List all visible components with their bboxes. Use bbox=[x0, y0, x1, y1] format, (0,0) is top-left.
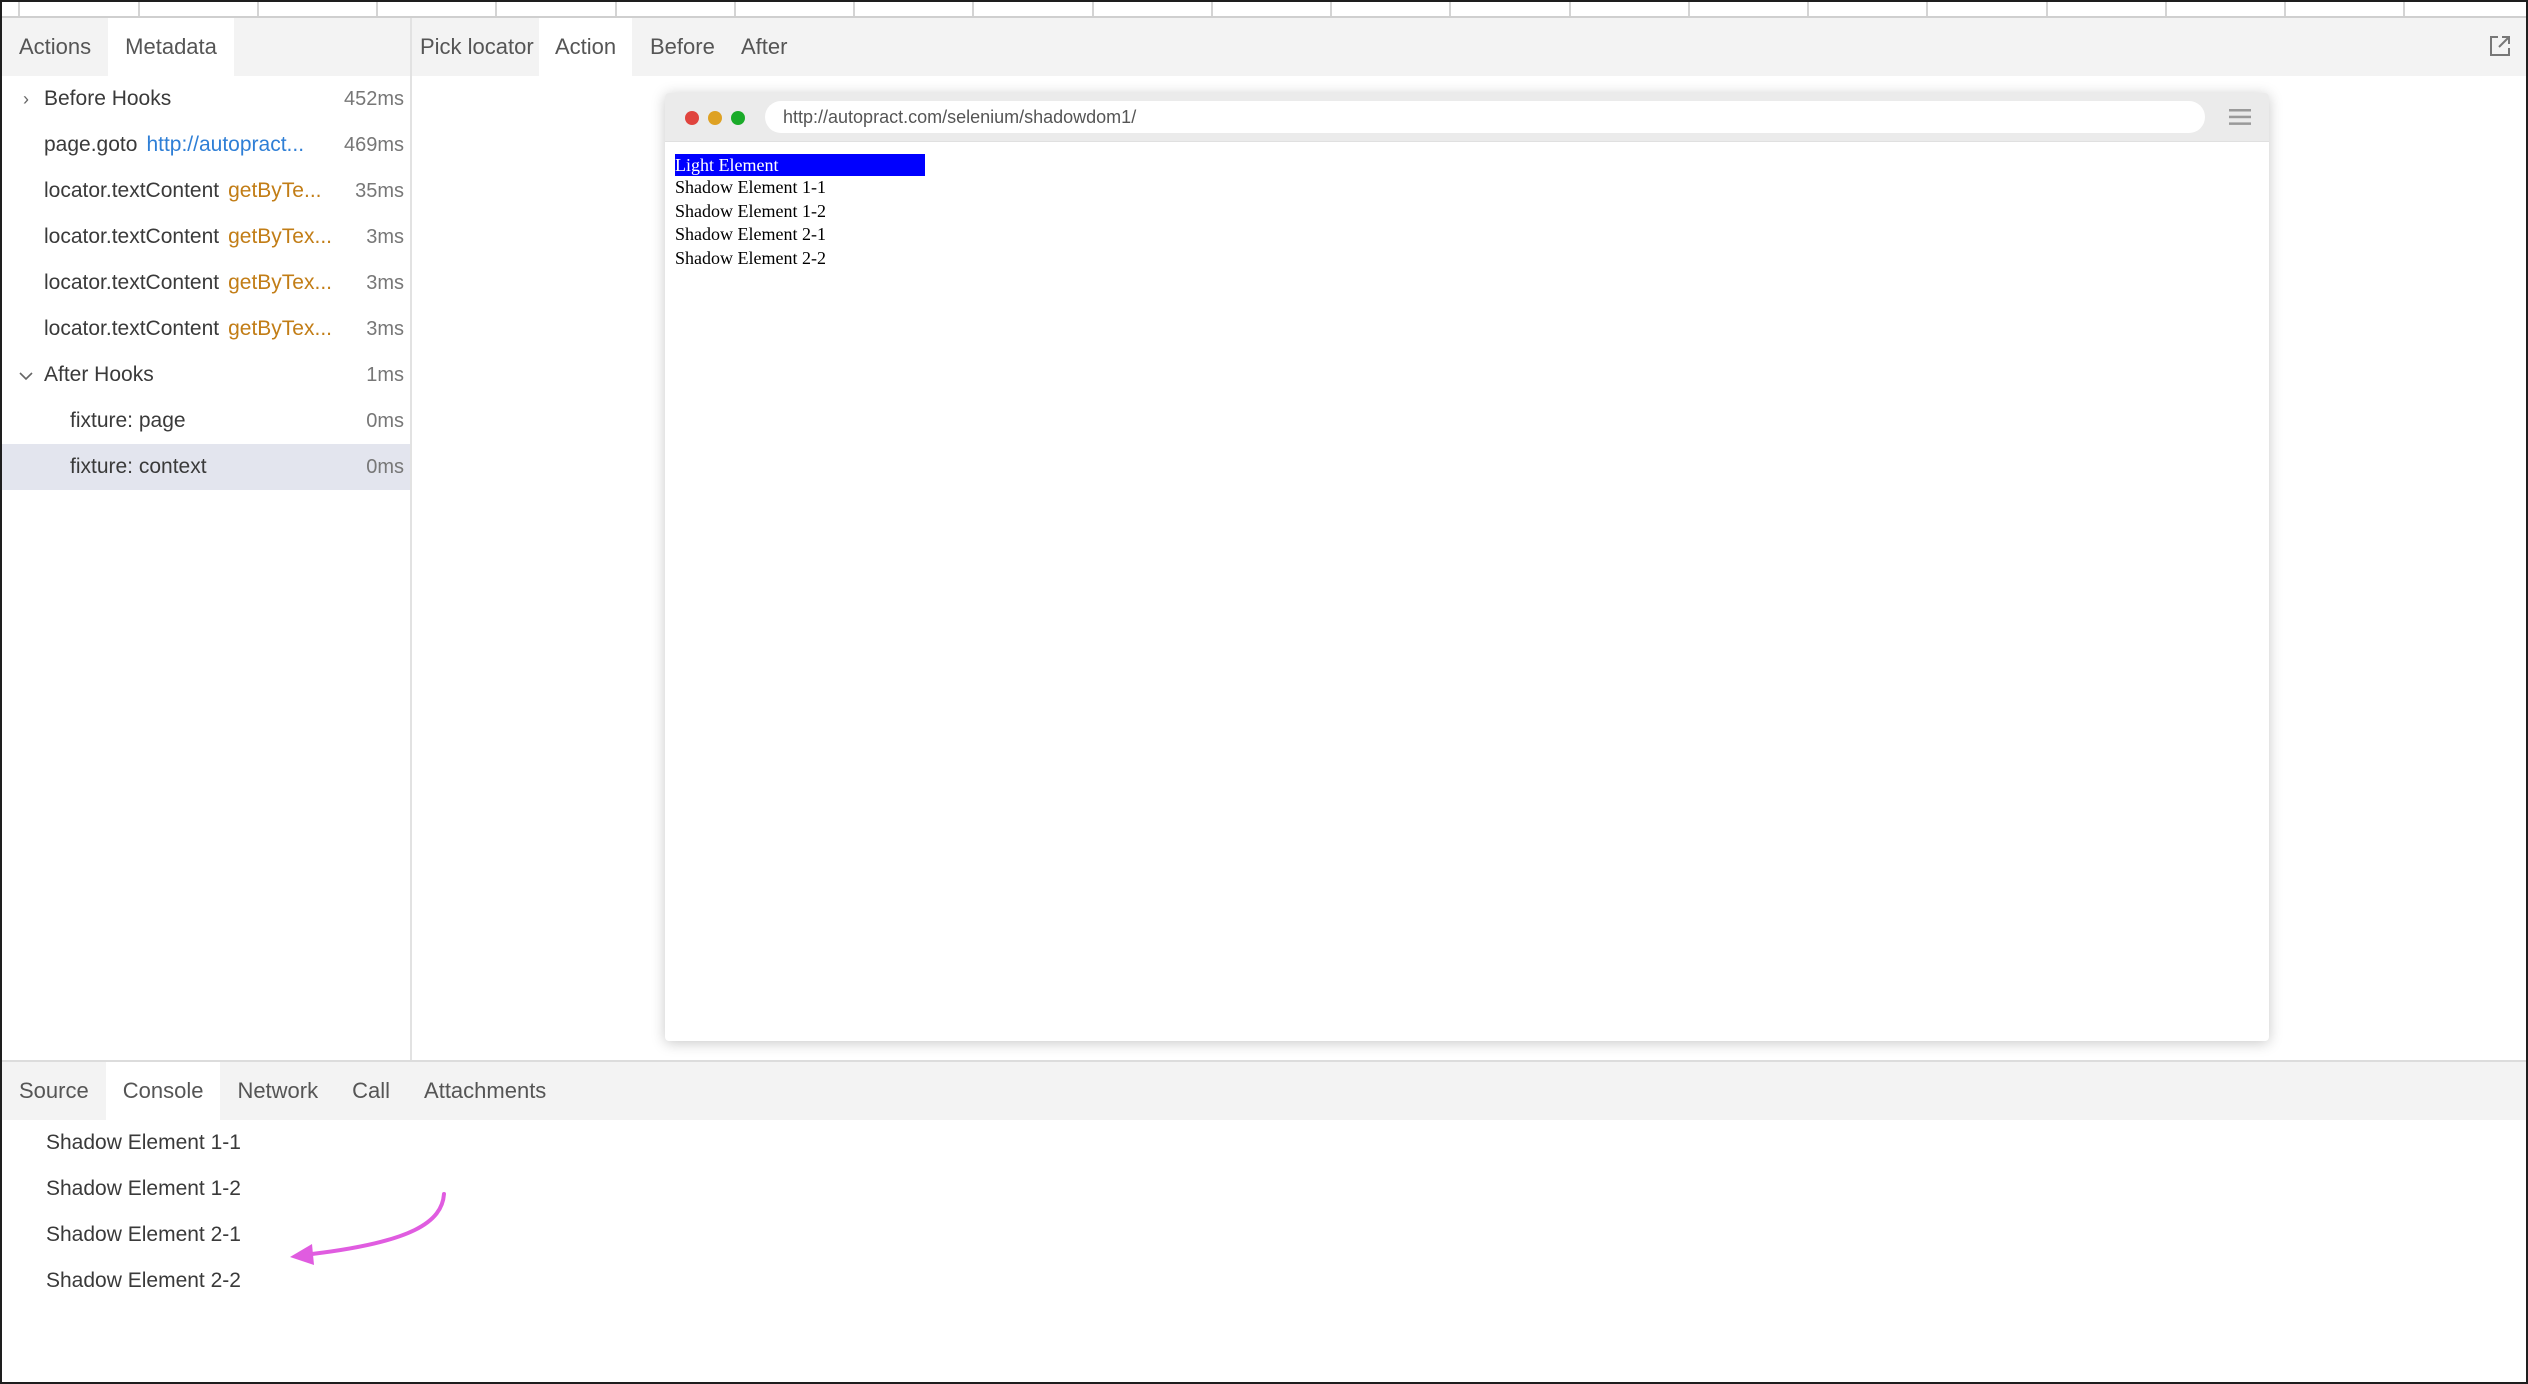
action-locator: getByTex... bbox=[228, 225, 332, 248]
action-row-text-content[interactable]: locator.textContent getByTex... 3ms bbox=[2, 214, 410, 260]
close-dot-icon bbox=[685, 111, 699, 125]
timeline-tick bbox=[18, 2, 20, 16]
timeline-tick bbox=[2403, 2, 2405, 16]
timeline-tick bbox=[734, 2, 736, 16]
action-duration: 469ms bbox=[343, 134, 404, 156]
timeline-tick bbox=[2046, 2, 2048, 16]
hamburger-menu-icon[interactable] bbox=[2229, 107, 2251, 127]
timeline-tick bbox=[1807, 2, 1809, 16]
timeline-tick bbox=[138, 2, 140, 16]
snapshot-tabbar: Pick locator Action Before After bbox=[412, 18, 2526, 76]
shadow-element: Shadow Element 2-1 bbox=[675, 224, 826, 244]
action-title: After Hooks bbox=[44, 363, 154, 386]
tab-source[interactable]: Source bbox=[2, 1062, 106, 1120]
timeline-tick bbox=[1926, 2, 1928, 16]
chevron-right-icon[interactable]: › bbox=[16, 76, 36, 122]
action-row-text-content[interactable]: locator.textContent getByTex... 3ms bbox=[2, 306, 410, 352]
action-title: locator.textContent bbox=[44, 225, 220, 248]
action-title: locator.textContent bbox=[44, 271, 220, 294]
tab-actions[interactable]: Actions bbox=[2, 18, 108, 76]
chevron-down-icon-svg bbox=[19, 372, 33, 381]
shadow-element: Shadow Element 1-1 bbox=[675, 177, 826, 197]
bottom-tabbar: Source Console Network Call Attachments bbox=[2, 1062, 2526, 1120]
tab-call[interactable]: Call bbox=[335, 1062, 407, 1120]
action-row-page-goto[interactable]: page.goto http://autopract... 469ms bbox=[2, 122, 410, 168]
light-element[interactable]: Light Element bbox=[675, 154, 925, 176]
action-title: Before Hooks bbox=[44, 87, 172, 110]
tab-network[interactable]: Network bbox=[220, 1062, 335, 1120]
action-title-group: locator.textContent getByTe... bbox=[44, 168, 322, 214]
action-title-group: locator.textContent getByTex... bbox=[44, 306, 332, 352]
tab-pick-locator[interactable]: Pick locator bbox=[412, 18, 542, 76]
timeline-tick bbox=[1092, 2, 1094, 16]
action-duration: 3ms bbox=[366, 226, 404, 248]
action-row-fixture-page[interactable]: fixture: page 0ms bbox=[2, 398, 410, 444]
action-url: http://autopract... bbox=[146, 133, 305, 156]
action-title-group: page.goto http://autopract... bbox=[44, 122, 304, 168]
action-row-fixture-context[interactable]: fixture: context 0ms bbox=[2, 444, 410, 490]
shadow-element: Shadow Element 1-2 bbox=[675, 200, 826, 221]
timeline-tick bbox=[1449, 2, 1451, 16]
action-row-after-hooks[interactable]: After Hooks 1ms bbox=[2, 352, 410, 398]
tab-after[interactable]: After bbox=[725, 18, 803, 76]
timeline-strip[interactable] bbox=[2, 2, 2526, 18]
chevron-down-icon[interactable] bbox=[16, 352, 36, 398]
action-locator: getByTe... bbox=[228, 179, 322, 202]
timeline-tick bbox=[257, 2, 259, 16]
timeline-tick bbox=[1211, 2, 1213, 16]
action-row-text-content[interactable]: locator.textContent getByTe... 35ms bbox=[2, 168, 410, 214]
browser-url-bar[interactable]: http://autopract.com/selenium/shadowdom1… bbox=[765, 101, 2205, 133]
action-title: locator.textContent bbox=[44, 179, 220, 202]
browser-snapshot: http://autopract.com/selenium/shadowdom1… bbox=[665, 93, 2269, 1041]
timeline-tick bbox=[853, 2, 855, 16]
action-row-text-content[interactable]: locator.textContent getByTex... 3ms bbox=[2, 260, 410, 306]
timeline-tick bbox=[495, 2, 497, 16]
page-content: Light Element Shadow Element 1-1 Shadow … bbox=[665, 142, 2269, 280]
tab-action[interactable]: Action bbox=[539, 18, 633, 76]
tab-console[interactable]: Console bbox=[105, 1062, 221, 1120]
bottom-panel: Source Console Network Call Attachments … bbox=[2, 1060, 2526, 1382]
actions-panel: Actions Metadata › Before Hooks 452ms pa… bbox=[2, 18, 412, 1060]
action-title: page.goto bbox=[44, 133, 138, 156]
trace-viewer-window: Actions Metadata › Before Hooks 452ms pa… bbox=[0, 0, 2528, 1384]
action-locator: getByTex... bbox=[228, 317, 332, 340]
browser-chrome: http://autopract.com/selenium/shadowdom1… bbox=[665, 93, 2269, 142]
timeline-tick bbox=[615, 2, 617, 16]
action-title: fixture: page bbox=[70, 409, 186, 432]
timeline-tick bbox=[972, 2, 974, 16]
action-locator: getByTex... bbox=[228, 271, 332, 294]
action-duration: 1ms bbox=[366, 364, 404, 386]
action-duration: 452ms bbox=[343, 88, 404, 110]
actions-tabbar: Actions Metadata bbox=[2, 18, 410, 76]
action-duration: 3ms bbox=[366, 272, 404, 294]
timeline-tick bbox=[1330, 2, 1332, 16]
maximize-dot-icon bbox=[731, 111, 745, 125]
action-title-group: locator.textContent getByTex... bbox=[44, 260, 332, 306]
tab-metadata[interactable]: Metadata bbox=[108, 18, 234, 76]
snapshot-panel: Pick locator Action Before After http://… bbox=[412, 18, 2526, 1060]
action-duration: 3ms bbox=[366, 318, 404, 340]
timeline-tick bbox=[1569, 2, 1571, 16]
action-row-before-hooks[interactable]: › Before Hooks 452ms bbox=[2, 76, 410, 122]
minimize-dot-icon bbox=[708, 111, 722, 125]
action-title: locator.textContent bbox=[44, 317, 220, 340]
timeline-tick bbox=[1688, 2, 1690, 16]
timeline-tick bbox=[2284, 2, 2286, 16]
timeline-tick bbox=[376, 2, 378, 16]
tab-attachments[interactable]: Attachments bbox=[407, 1062, 563, 1120]
annotation-arrow-icon bbox=[290, 1192, 446, 1265]
action-title: fixture: context bbox=[70, 455, 207, 478]
shadow-element: Shadow Element 2-2 bbox=[675, 247, 826, 268]
action-duration: 0ms bbox=[366, 410, 404, 432]
action-title-group: locator.textContent getByTex... bbox=[44, 214, 332, 260]
action-duration: 35ms bbox=[355, 180, 404, 202]
action-duration: 0ms bbox=[366, 456, 404, 478]
tab-before[interactable]: Before bbox=[634, 18, 731, 76]
popout-icon[interactable] bbox=[2486, 32, 2514, 60]
timeline-tick bbox=[2165, 2, 2167, 16]
